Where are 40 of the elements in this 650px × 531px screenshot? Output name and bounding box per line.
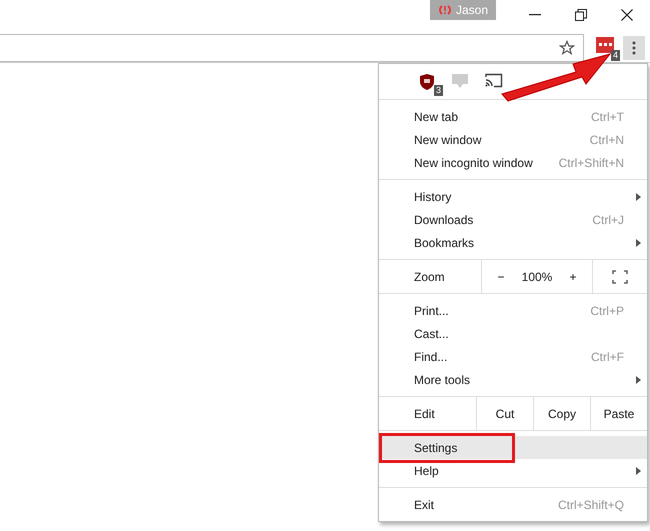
minimize-icon — [529, 14, 541, 16]
menu-item[interactable]: Exit Ctrl+Shift+Q — [379, 493, 647, 516]
shortcut-label: Ctrl+P — [590, 302, 624, 320]
shortcut-label: Ctrl+N — [590, 132, 624, 148]
restore-icon — [575, 9, 587, 21]
shortcut-label: Ctrl+Shift+Q — [558, 496, 624, 514]
shield-icon[interactable] — [419, 73, 435, 91]
menu-item[interactable]: New window Ctrl+N — [379, 128, 647, 151]
menu-label: Edit — [413, 406, 436, 422]
menu-item[interactable]: Downloads Ctrl+J — [379, 208, 647, 231]
more-vertical-icon — [632, 40, 636, 54]
menu-item[interactable]: Find... Ctrl+F — [379, 345, 647, 368]
shortcut-label: Ctrl+J — [592, 212, 624, 228]
sync-error-icon — [438, 4, 452, 16]
shortcut-label: Ctrl+T — [591, 108, 624, 126]
extension-badge: 3 — [434, 85, 443, 96]
menu-button[interactable] — [623, 36, 645, 60]
shortcut-label: Ctrl+F — [591, 348, 624, 366]
menu-item[interactable]: History — [379, 185, 647, 208]
edit-button[interactable]: Paste — [590, 397, 647, 430]
extension-icon[interactable] — [596, 36, 614, 52]
zoom-in-button[interactable]: + — [566, 268, 580, 286]
menu-item[interactable]: Print... Ctrl+P — [379, 299, 647, 322]
menu-item[interactable]: Help — [379, 459, 647, 482]
cast-icon[interactable] — [485, 73, 503, 88]
menu-item[interactable]: Bookmarks — [379, 231, 647, 254]
close-icon — [621, 9, 633, 21]
menu-item[interactable]: New incognito window Ctrl+Shift+N — [379, 151, 647, 174]
zoom-level: 100% — [522, 268, 552, 286]
menu-label: Zoom — [413, 268, 446, 286]
zoom-out-button[interactable]: − — [494, 268, 508, 286]
menu-item[interactable]: New tab Ctrl+T — [379, 105, 647, 128]
menu-item[interactable]: More tools — [379, 368, 647, 391]
edit-button[interactable]: Copy — [533, 397, 590, 430]
shortcut-label: Ctrl+Shift+N — [558, 154, 624, 172]
menu-item[interactable]: Settings — [379, 436, 647, 459]
edit-button[interactable]: Cut — [476, 397, 533, 430]
fullscreen-icon[interactable] — [612, 270, 628, 284]
star-icon[interactable] — [559, 40, 575, 56]
menu-item[interactable]: Cast... — [379, 322, 647, 345]
